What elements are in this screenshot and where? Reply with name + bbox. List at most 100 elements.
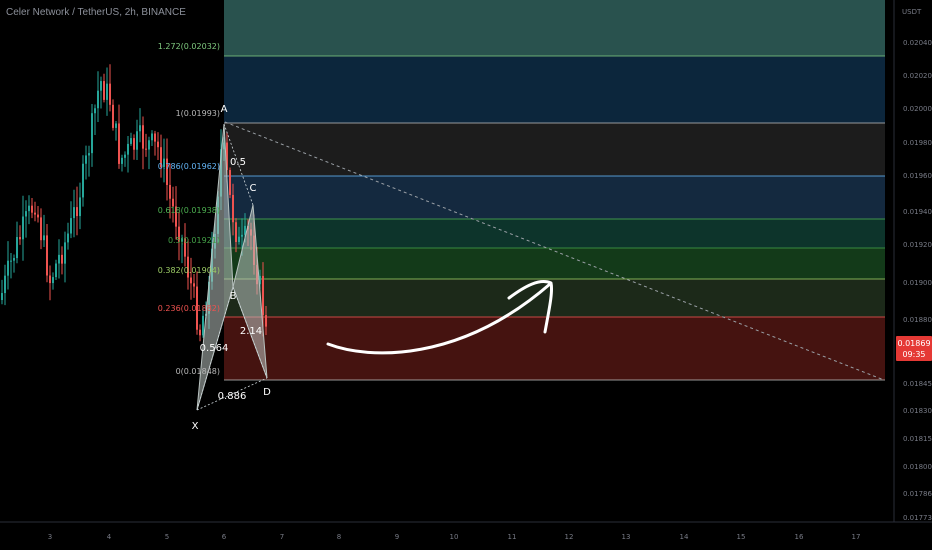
time-axis[interactable]: 3 4 5 6 7 8 9 10 11 12 13 14 15 16 17 [0,521,932,541]
price-tick: 0.01920 [903,241,932,249]
candle-body [100,81,102,91]
candle-body [49,275,51,284]
ratio-xb: 0.564 [200,343,229,354]
price-axis-unit: USDT [902,8,922,16]
candle-body [28,205,30,212]
price-tick: 0.01830 [903,407,932,415]
candle-body [52,277,54,284]
candle-body [55,263,57,278]
fib-band-2 [224,123,885,176]
last-price-tag: 0.01869 09:35 [896,336,932,361]
point-label-d: D [263,387,271,398]
candle-body [19,237,21,240]
candle-body [118,123,120,164]
candle-body [25,211,27,217]
time-tick: 15 [737,533,746,541]
time-tick: 5 [165,533,169,541]
chart-title: Celer Network / TetherUS, 2h, BINANCE [6,7,186,18]
time-tick: 17 [852,533,861,541]
candle-body [43,235,45,241]
price-axis[interactable]: USDT 0.02040 0.02020 0.02000 0.01980 0.01960… [893,0,932,522]
candle-body [79,197,81,217]
candle-body [133,138,135,150]
time-tick: 16 [795,533,804,541]
candle-body [61,254,63,264]
candle-body [34,212,36,215]
last-price-value: 0.01869 [897,339,930,348]
candle-body [157,141,159,148]
fib-band-4 [224,219,885,248]
candle-body [31,205,33,213]
candle-body [190,277,192,284]
time-tick: 4 [107,533,112,541]
time-tick: 8 [337,533,341,541]
candle-body [139,125,141,132]
fib-label-4: 0.5(0.01921) [168,236,220,245]
candle-body [238,236,240,243]
fib-label-7: 0(0.01848) [176,367,220,376]
candle-body [67,233,69,243]
candle-body [94,108,96,114]
candle-body [37,214,39,218]
candle-body [112,104,114,128]
candle-body [1,293,3,300]
point-label-x: X [192,421,199,432]
candle-body [103,81,105,100]
candle-body [40,217,42,241]
time-tick: 7 [280,533,284,541]
fib-label-1: 1(0.01993) [176,109,220,118]
fib-label-2: 0.786(0.01962) [158,162,220,171]
candle-body [97,90,99,109]
price-tick: 0.01773 [903,514,932,522]
candle-body [241,234,243,237]
candle-body [193,283,195,287]
price-tick: 0.01880 [903,316,932,324]
candle-body [16,237,18,259]
candle-body [169,184,171,199]
candle-body [13,258,15,261]
candle-body [130,138,132,144]
price-tick: 0.01980 [903,139,932,147]
fib-label-5: 0.382(0.01904) [158,266,220,275]
point-label-a: A [221,104,228,115]
candle-body [73,207,75,219]
price-tick: 0.01786 [903,490,932,498]
candle-body [91,113,93,154]
fib-band-7 [224,317,885,380]
fib-band-3 [224,176,885,219]
candle-body [148,140,150,150]
time-tick: 11 [508,533,517,541]
price-tick: 0.02040 [903,39,932,47]
price-tick: 0.01815 [903,435,932,443]
candle-body [82,163,84,198]
fib-label-3: 0.618(0.01938) [158,206,220,215]
time-tick: 3 [48,533,52,541]
time-tick: 14 [680,533,689,541]
candle-body [127,143,129,155]
price-tick: 0.01845 [903,380,932,388]
point-label-b: B [230,291,237,302]
candle-body [46,235,48,276]
candle-body [85,155,87,164]
candle-body [22,216,24,240]
last-price-countdown: 09:35 [902,350,925,359]
candle-body [136,131,138,150]
ratio-bd: 2.14 [240,326,262,337]
candle-body [64,242,66,264]
fib-label-6: 0.236(0.01882) [158,304,220,313]
candle-body [121,157,123,164]
price-tick: 0.01940 [903,208,932,216]
chart-canvas[interactable]: 1.272(0.02032) 1(0.01993) 0.786(0.01962) 0.… [0,0,932,550]
fib-band-1 [224,56,885,123]
candle-body [4,275,6,294]
time-tick: 12 [565,533,574,541]
candle-body [106,83,108,100]
candle-body [235,222,237,243]
point-label-c: C [250,183,257,194]
fib-label-0: 1.272(0.02032) [158,42,220,51]
candle-body [115,123,117,128]
fib-band-0 [224,0,885,56]
candle-body [7,260,9,276]
candle-body [154,133,156,142]
fib-band-5 [224,248,885,279]
